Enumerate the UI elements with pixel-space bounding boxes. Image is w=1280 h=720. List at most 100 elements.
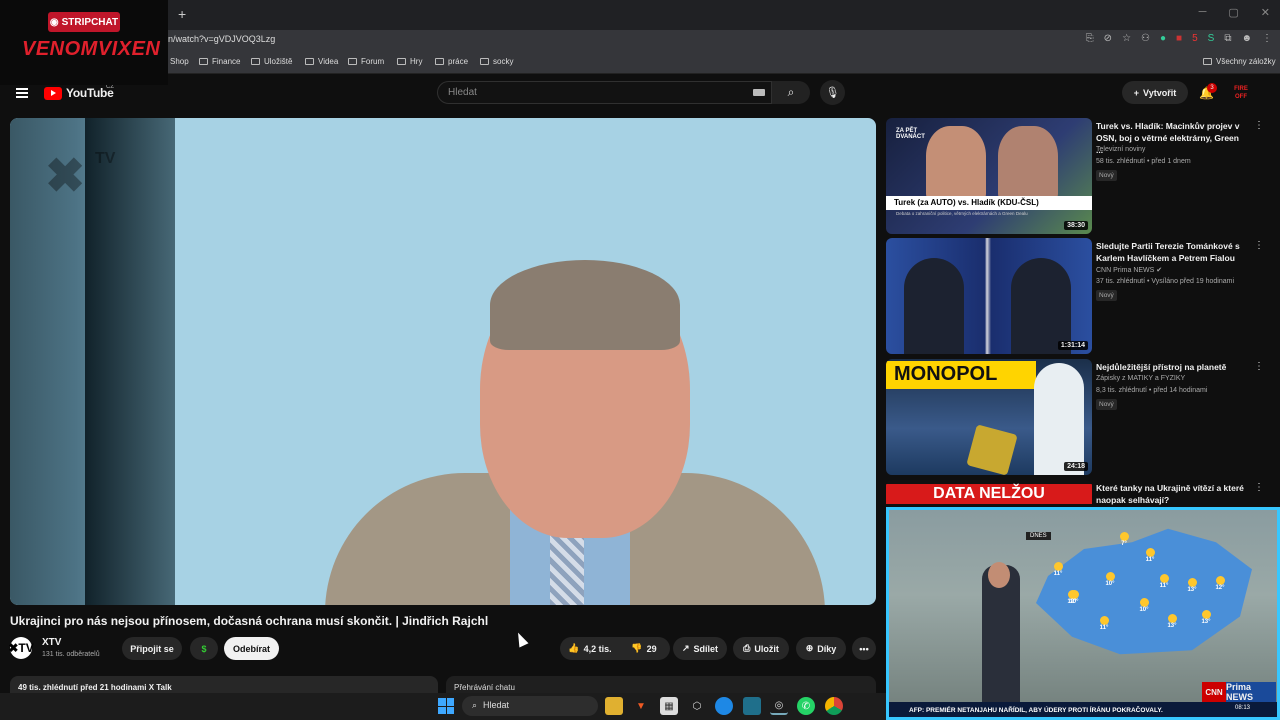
broadcast-clock: 08:13 (1235, 705, 1251, 711)
video-title[interactable]: Které tanky na Ukrajině vítězí a které n… (1096, 482, 1246, 506)
bookmark-videa[interactable]: Videa (305, 57, 338, 66)
taskbar-search[interactable]: ⌕ Hledat (462, 696, 598, 716)
video-title[interactable]: Sledujte Partii Terezie Tománkové s Karl… (1096, 240, 1246, 264)
url-field[interactable]: n/watch?v=gVDJVOQ3Lzg (168, 34, 275, 44)
news-ticker: AFP: PREMIÉR NETANJAHU NAŘÍDIL, ABY ÚDER… (889, 702, 1277, 717)
like-button[interactable]: 👍 4,2 tis. (560, 637, 620, 660)
brave-browser-icon[interactable]: ▼ (632, 697, 650, 715)
thumbnail-person (998, 126, 1058, 201)
file-explorer-icon[interactable] (605, 697, 623, 715)
chrome-icon[interactable] (825, 697, 843, 715)
toolbar-icons: ⎘ ⊘ ☆ ⚇ ● ■ 5 S ⧉ ☻ ⋮ (1086, 33, 1272, 44)
subscribe-button[interactable]: Odebírat (224, 637, 279, 660)
search-icon: ⌕ (472, 700, 478, 710)
video-thumbnail[interactable]: ZA PĚT DVANÁCT Turek (za AUTO) vs. Hladí… (886, 118, 1092, 234)
extensions-puzzle-icon[interactable]: ⧉ (1224, 33, 1231, 44)
extension-green-icon[interactable]: ● (1160, 33, 1166, 44)
more-options-icon[interactable]: ⋮ (1254, 361, 1264, 372)
channel-name[interactable]: Zápisky z MATIKY a FYZIKY (1096, 375, 1185, 382)
recommended-video[interactable]: ZA PĚT DVANÁCT Turek (za AUTO) vs. Hladí… (886, 118, 1280, 236)
thumbnail-person (904, 258, 964, 354)
voice-search-button[interactable]: 🎙 (820, 80, 845, 105)
app-panel-icon[interactable] (743, 697, 761, 715)
plus-icon: + (1133, 87, 1140, 98)
thumbnail-person (1034, 363, 1084, 475)
video-thumbnail[interactable]: MONOPOL 24:18 (886, 359, 1092, 475)
video-title[interactable]: Nejdůležitější přístroj na planetě (1096, 361, 1246, 373)
more-actions-button[interactable]: ••• (852, 637, 876, 660)
recommended-video[interactable]: 1:31:14 Sledujte Partii Terezie Tománkov… (886, 238, 1280, 356)
bookmark-uloziste[interactable]: Uložiště (251, 57, 292, 66)
edge-browser-icon[interactable] (715, 697, 733, 715)
user-avatar[interactable]: FIRE OFF (1232, 85, 1250, 103)
bookmark-finance[interactable]: Finance (199, 57, 240, 66)
thumbnail-caption: MONOPOL (886, 361, 1036, 389)
keyboard-icon[interactable] (753, 89, 765, 96)
channel-name[interactable]: Televizní noviny (1096, 146, 1145, 153)
sun-icon (1105, 572, 1115, 581)
folder-icon (199, 58, 208, 65)
extension-badge-icon[interactable]: 5 (1192, 33, 1198, 44)
video-meta: 37 tis. zhlédnutí • Vysíláno před 19 hod… (1096, 278, 1234, 285)
channel-avatar[interactable]: ✖TV (8, 637, 34, 659)
video-thumbnail[interactable]: 1:31:14 (886, 238, 1092, 354)
more-options-icon[interactable]: ⋮ (1254, 120, 1264, 131)
menu-dots-icon[interactable]: ⋮ (1262, 33, 1272, 44)
search-button[interactable]: ⌕ (772, 81, 810, 104)
bookmark-hry[interactable]: Hry (397, 57, 422, 66)
calculator-icon[interactable]: ▦ (660, 697, 678, 715)
chat-bubble-icon: ◉ (49, 16, 59, 28)
join-button[interactable]: Připojit se (122, 637, 182, 660)
app-hexagon-icon[interactable]: ⬡ (688, 697, 706, 715)
thumbnail-caption: DATA NELŽOU (886, 484, 1092, 504)
create-button[interactable]: + Vytvořit (1122, 81, 1188, 104)
recommended-video[interactable]: MONOPOL 24:18 Nejdůležitější přístroj na… (886, 359, 1280, 477)
thanks-button[interactable]: ⊕ Díky (796, 637, 846, 660)
bookmark-shop[interactable]: Shop (170, 57, 189, 66)
sun-icon (1099, 616, 1109, 625)
super-thanks-button[interactable]: $ (190, 637, 218, 660)
new-tab-button[interactable]: + (178, 6, 186, 22)
video-player[interactable]: ✖ TV (10, 118, 876, 605)
all-bookmarks[interactable]: Všechny záložky (1203, 57, 1276, 66)
recommended-video[interactable]: DATA NELŽOU Které tanky na Ukrajině vítě… (886, 480, 1280, 506)
extension-icon[interactable]: ⚇ (1141, 33, 1150, 44)
bookmark-star-icon[interactable]: ☆ (1122, 33, 1131, 44)
youtube-logo[interactable]: YouTube (44, 86, 114, 100)
obs-recording-icon[interactable]: ◎ (770, 697, 788, 715)
extension-s-icon[interactable]: S (1208, 33, 1215, 44)
profile-icon[interactable]: ☻ (1241, 33, 1252, 44)
weather-temp: 13° (1163, 614, 1181, 630)
weather-presenter (982, 565, 1020, 717)
install-app-icon[interactable]: ⎘ (1086, 33, 1094, 44)
sun-icon (1067, 590, 1077, 599)
youtube-play-icon (44, 86, 62, 100)
dislike-button[interactable]: 👎 29 (624, 637, 664, 660)
maximize-icon[interactable]: ▢ (1228, 6, 1238, 19)
bookmark-forum[interactable]: Forum (348, 57, 384, 66)
weather-temp: 13° (1183, 578, 1201, 594)
channel-name[interactable]: XTV (42, 637, 61, 648)
bookmark-prace[interactable]: práce (435, 57, 468, 66)
windows-start-icon[interactable] (438, 698, 454, 714)
xtv-watermark-text: TV (95, 150, 116, 167)
subscriber-count: 131 tis. odběratelů (42, 651, 100, 658)
close-icon[interactable]: ✕ (1261, 6, 1270, 19)
more-options-icon[interactable]: ⋮ (1254, 482, 1264, 493)
video-thumbnail[interactable]: DATA NELŽOU (886, 480, 1092, 506)
today-label: DNES (1026, 532, 1051, 540)
search-input[interactable]: Hledat (437, 81, 772, 104)
stream-overlay: ◉ STRIPCHAT VENOMVIXEN (0, 0, 168, 85)
minimize-icon[interactable]: ─ (1199, 6, 1207, 19)
extension-red-icon[interactable]: ■ (1176, 33, 1182, 44)
thumbnail-chip (966, 424, 1018, 475)
tv-broadcast-overlay: DNES 11° 10° 7° 11° 10° 11° 13° 12° 12° … (886, 507, 1280, 720)
channel-name[interactable]: CNN Prima NEWS ✔ (1096, 266, 1162, 274)
save-button[interactable]: ⎙ Uložit (733, 637, 789, 660)
bookmark-socky[interactable]: socky (480, 57, 513, 66)
hamburger-menu-icon[interactable] (16, 88, 28, 98)
share-button[interactable]: ↗ Sdílet (673, 637, 727, 660)
more-options-icon[interactable]: ⋮ (1254, 240, 1264, 251)
whatsapp-icon[interactable]: ✆ (797, 697, 815, 715)
hide-eye-icon[interactable]: ⊘ (1104, 33, 1112, 44)
